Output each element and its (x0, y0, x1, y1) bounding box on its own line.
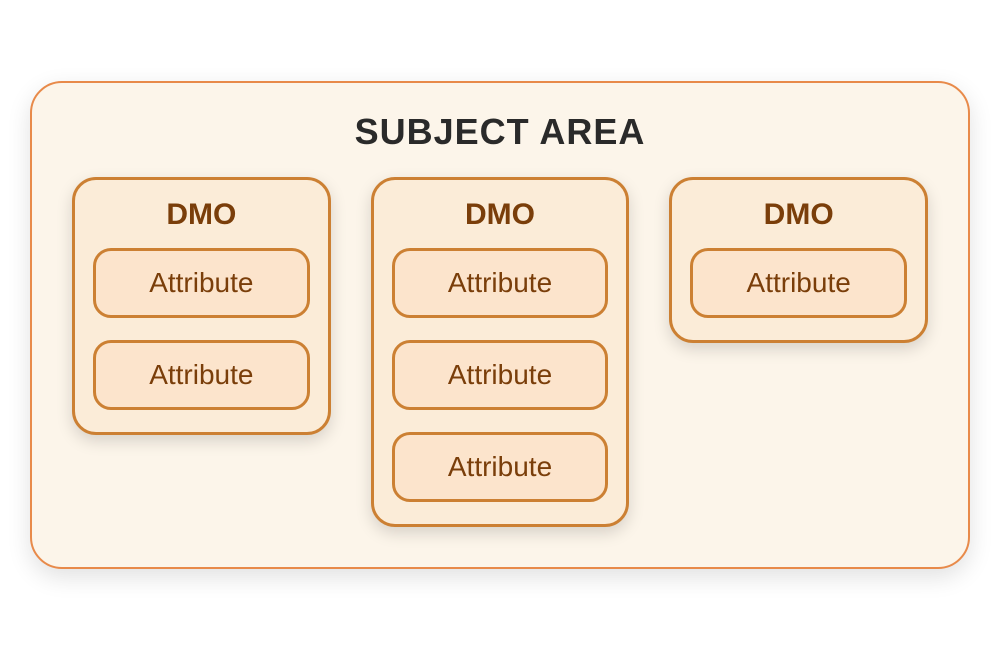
dmo-box: DMO Attribute (669, 177, 928, 343)
dmo-title: DMO (93, 198, 310, 232)
subject-area-container: SUBJECT AREA DMO Attribute Attribute DMO… (30, 81, 970, 569)
dmo-title: DMO (392, 198, 609, 232)
attribute-box: Attribute (93, 248, 310, 318)
attribute-box: Attribute (690, 248, 907, 318)
attribute-box: Attribute (392, 340, 609, 410)
attribute-box: Attribute (93, 340, 310, 410)
attribute-box: Attribute (392, 432, 609, 502)
dmo-box: DMO Attribute Attribute Attribute (371, 177, 630, 527)
subject-area-title: SUBJECT AREA (72, 111, 928, 153)
attribute-box: Attribute (392, 248, 609, 318)
dmo-box: DMO Attribute Attribute (72, 177, 331, 435)
dmo-row: DMO Attribute Attribute DMO Attribute At… (72, 177, 928, 527)
dmo-title: DMO (690, 198, 907, 232)
